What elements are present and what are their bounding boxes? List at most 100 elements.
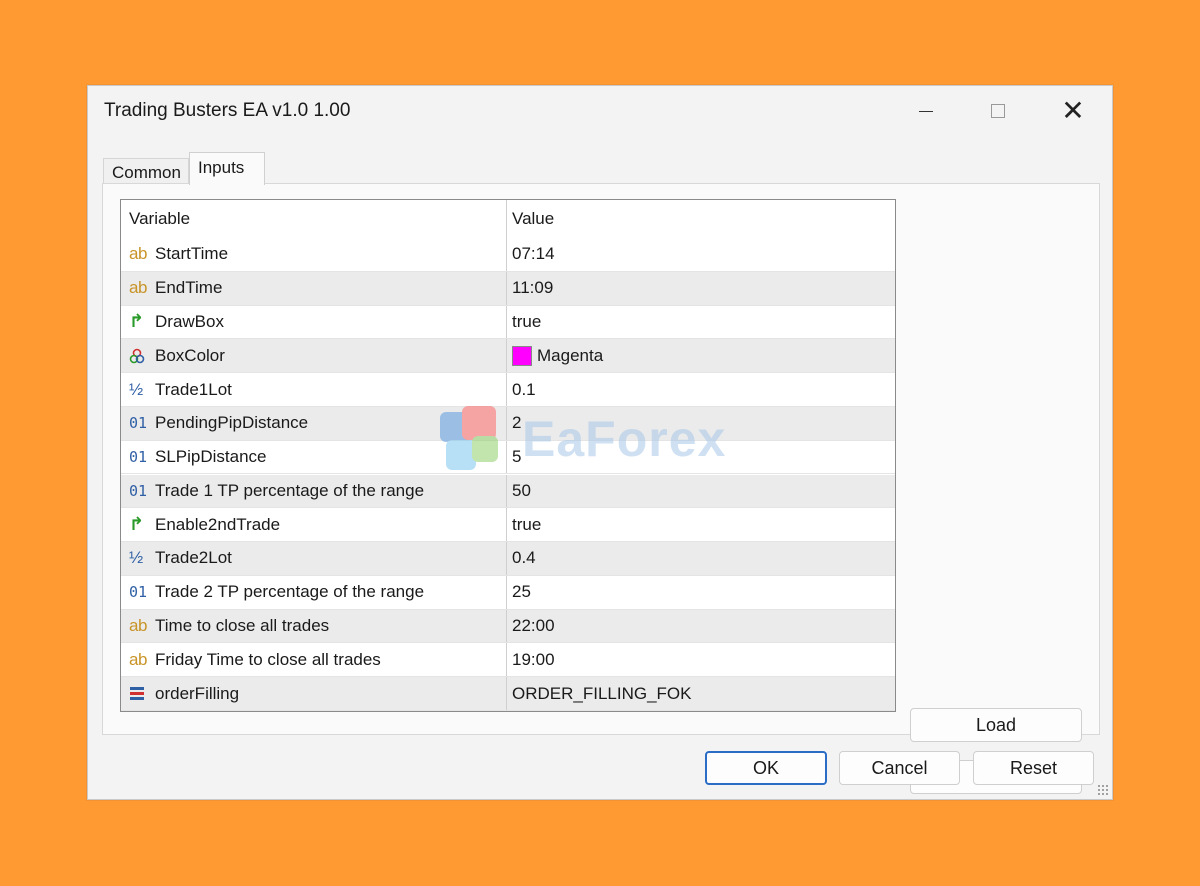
bool-icon: ↱ <box>129 514 145 535</box>
cancel-button[interactable]: Cancel <box>839 751 960 785</box>
int-icon: 01 <box>129 481 148 500</box>
value-cell[interactable]: 22:00 <box>507 610 895 643</box>
close-button[interactable]: ✕ <box>1045 86 1101 136</box>
variable-value: 5 <box>512 447 522 467</box>
variable-cell: ½ Trade2Lot <box>121 542 507 575</box>
table-row[interactable]: ½ Trade2Lot 0.4 <box>121 542 895 576</box>
value-cell[interactable]: 0.4 <box>507 542 895 575</box>
variable-value: 50 <box>512 480 531 500</box>
value-cell[interactable]: 0.1 <box>507 373 895 406</box>
reset-button[interactable]: Reset <box>973 751 1094 785</box>
variable-cell: ab Friday Time to close all trades <box>121 643 507 677</box>
variable-name: PendingPipDistance <box>155 413 309 433</box>
variable-cell: ab EndTime <box>121 271 507 305</box>
close-icon: ✕ <box>1061 95 1085 126</box>
variable-name: StartTime <box>155 244 229 264</box>
value-cell[interactable]: Magenta <box>507 339 895 372</box>
table-row[interactable]: 01 Trade 2 TP percentage of the range 25 <box>121 575 895 610</box>
variable-name: Trade2Lot <box>155 548 232 568</box>
variable-cell: 01 Trade 1 TP percentage of the range <box>121 474 507 508</box>
resize-grip[interactable] <box>1097 784 1109 796</box>
table-row[interactable]: ab StartTime 07:14 <box>121 238 895 272</box>
int-icon: 01 <box>129 448 148 467</box>
variable-cell: ½ Trade1Lot <box>121 373 507 406</box>
variable-name: Trade1Lot <box>155 379 232 399</box>
string-icon: ab <box>129 244 147 264</box>
variable-value: ORDER_FILLING_FOK <box>512 683 692 703</box>
table-row[interactable]: ↱ Enable2ndTrade true <box>121 508 895 543</box>
variable-value: true <box>512 311 542 331</box>
variable-name: Trade 2 TP percentage of the range <box>155 582 425 602</box>
header-value[interactable]: Value <box>507 200 895 238</box>
value-cell[interactable]: 5 <box>507 441 895 474</box>
string-icon: ab <box>129 278 147 298</box>
int-icon: 01 <box>129 583 148 602</box>
variable-cell: 01 SLPipDistance <box>121 440 507 474</box>
variable-cell: orderFilling <box>121 677 507 710</box>
minimize-button[interactable] <box>898 86 954 136</box>
table-row[interactable]: ab Friday Time to close all trades 19:00 <box>121 643 895 678</box>
color-swatch[interactable] <box>512 345 532 366</box>
maximize-button[interactable] <box>970 86 1026 136</box>
value-cell[interactable]: true <box>507 508 895 541</box>
inputs-panel: Variable Value ab StartTime 07:14 ab EndTime… <box>102 183 1100 794</box>
string-icon: ab <box>129 649 147 669</box>
table-row[interactable]: ab EndTime 11:09 <box>121 271 895 306</box>
table-row[interactable]: ↱ DrawBox true <box>121 305 895 340</box>
double-icon: ½ <box>129 379 144 399</box>
variable-name: BoxColor <box>155 345 225 365</box>
value-cell[interactable]: 11:09 <box>507 272 895 305</box>
window-title: Trading Busters EA v1.0 1.00 <box>104 100 351 121</box>
table-row[interactable]: BoxColor Magenta <box>121 339 895 374</box>
table-row[interactable]: 01 PendingPipDistance 2 <box>121 406 895 441</box>
variable-name: Time to close all trades <box>155 616 330 636</box>
variable-cell: ↱ Enable2ndTrade <box>121 508 507 542</box>
value-cell[interactable]: true <box>507 306 895 339</box>
variable-name: Friday Time to close all trades <box>155 649 381 669</box>
string-icon: ab <box>129 616 147 636</box>
variable-value: 07:14 <box>512 244 555 264</box>
value-cell[interactable]: 2 <box>507 407 895 440</box>
variable-value: 19:00 <box>512 649 555 669</box>
variable-name: SLPipDistance <box>155 447 267 467</box>
table-row[interactable]: 01 Trade 1 TP percentage of the range 50 <box>121 474 895 509</box>
header-variable[interactable]: Variable <box>121 200 507 238</box>
bool-icon: ↱ <box>129 311 145 332</box>
variable-cell: BoxColor <box>121 339 507 373</box>
color-icon <box>129 348 155 364</box>
value-cell[interactable]: 19:00 <box>507 643 895 676</box>
variable-value: 0.4 <box>512 548 536 568</box>
inputs-grid: Variable Value ab StartTime 07:14 ab EndTime… <box>120 199 896 712</box>
variable-cell: ab StartTime <box>121 238 507 271</box>
variable-cell: 01 PendingPipDistance <box>121 406 507 440</box>
table-row[interactable]: ab Time to close all trades 22:00 <box>121 609 895 644</box>
variable-value: Magenta <box>537 345 604 365</box>
value-cell[interactable]: ORDER_FILLING_FOK <box>507 677 895 710</box>
variable-value: 2 <box>512 413 522 433</box>
double-icon: ½ <box>129 548 144 568</box>
value-cell[interactable]: 25 <box>507 576 895 609</box>
variable-cell: 01 Trade 2 TP percentage of the range <box>121 575 507 609</box>
enum-icon <box>129 686 155 702</box>
variable-name: Trade 1 TP percentage of the range <box>155 480 425 500</box>
variable-value: 22:00 <box>512 616 555 636</box>
table-row[interactable]: 01 SLPipDistance 5 <box>121 440 895 475</box>
grid-header: Variable Value <box>121 200 895 238</box>
value-cell[interactable]: 07:14 <box>507 238 895 271</box>
variable-cell: ab Time to close all trades <box>121 609 507 643</box>
value-cell[interactable]: 50 <box>507 475 895 508</box>
variable-cell: ↱ DrawBox <box>121 305 507 339</box>
minimize-icon <box>919 110 933 112</box>
tab-common[interactable]: Common <box>103 158 189 185</box>
table-row[interactable]: ½ Trade1Lot 0.1 <box>121 373 895 407</box>
maximize-icon <box>991 104 1005 118</box>
int-icon: 01 <box>129 414 148 433</box>
load-button[interactable]: Load <box>910 708 1082 742</box>
table-row[interactable]: orderFilling ORDER_FILLING_FOK <box>121 677 895 711</box>
variable-value: 0.1 <box>512 379 536 399</box>
variable-name: EndTime <box>155 278 223 298</box>
variable-name: DrawBox <box>155 311 224 331</box>
ok-button[interactable]: OK <box>705 751 827 785</box>
tab-inputs[interactable]: Inputs <box>189 152 265 185</box>
ea-properties-dialog: Trading Busters EA v1.0 1.00 ✕ Common In… <box>87 85 1113 800</box>
